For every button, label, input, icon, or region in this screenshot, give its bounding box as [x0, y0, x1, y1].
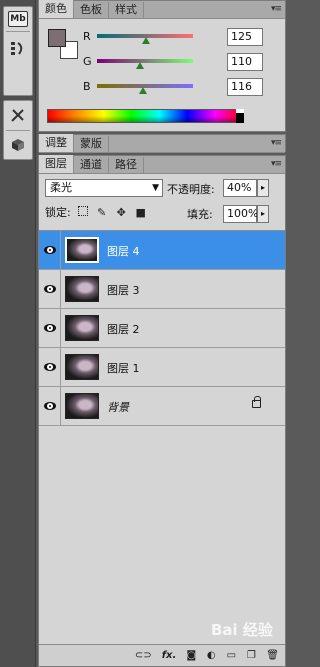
- tab-adjustments[interactable]: 调整: [39, 134, 74, 152]
- color-panel: 颜色 色板 样式 ▾≡ R 125 G 110 B 116: [38, 0, 286, 132]
- new-layer-icon[interactable]: ❐: [246, 650, 256, 661]
- slider-thumb-b[interactable]: [139, 87, 147, 94]
- visibility-toggle[interactable]: [39, 387, 61, 425]
- layer-thumbnail: [65, 393, 99, 419]
- slider-value-g[interactable]: 110: [227, 53, 263, 71]
- fill-input[interactable]: 100%: [223, 205, 258, 223]
- fill-slider-toggle[interactable]: ▸: [257, 205, 269, 223]
- slider-g: G 110: [83, 53, 283, 73]
- layers-panel-tabs: 图层 通道 路径 ▾≡: [39, 155, 285, 174]
- panel-menu-icon[interactable]: ▾≡: [271, 138, 282, 148]
- black-swatch[interactable]: [236, 113, 244, 123]
- adjustments-panel: 调整 蒙版 ▾≡: [38, 134, 286, 153]
- color-panel-tabs: 颜色 色板 样式 ▾≡: [39, 0, 285, 19]
- tab-swatches[interactable]: 色板: [74, 2, 109, 18]
- layers-bottom-toolbar: ⊂⊃ fx. ◙ ◐ ▭ ❐ 🗑: [39, 644, 285, 666]
- layer-list: 图层 4 图层 3 图层 2 图层 1 背景: [39, 230, 285, 426]
- layer-thumbnail: [65, 315, 99, 341]
- tab-color[interactable]: 颜色: [39, 0, 74, 18]
- layer-name[interactable]: 图层 4: [107, 243, 140, 259]
- tool-group-top: Mb: [3, 6, 33, 96]
- tab-masks[interactable]: 蒙版: [74, 136, 109, 152]
- watermark-logo: Bai 经验: [211, 621, 273, 639]
- slider-thumb-g[interactable]: [136, 62, 144, 69]
- slider-track-g[interactable]: [97, 59, 193, 63]
- visibility-toggle[interactable]: [39, 231, 61, 269]
- fill-label: 填充:: [187, 208, 213, 221]
- divider: [6, 31, 30, 32]
- eye-icon: [43, 246, 56, 254]
- layer-name[interactable]: 图层 3: [107, 282, 140, 298]
- opacity-label: 不透明度:: [167, 183, 215, 196]
- layer-name[interactable]: 图层 1: [107, 360, 140, 376]
- layer-name[interactable]: 背景: [107, 399, 129, 415]
- lock-all-icon[interactable]: ■: [135, 207, 147, 219]
- color-spectrum-bar[interactable]: [47, 109, 244, 123]
- layer-row[interactable]: 图层 2: [39, 309, 285, 348]
- layer-thumbnail: [65, 276, 99, 302]
- eye-icon: [43, 285, 56, 293]
- lock-transparency-icon[interactable]: [78, 206, 89, 216]
- opacity-slider-toggle[interactable]: ▸: [257, 179, 269, 197]
- slider-r: R 125: [83, 28, 283, 48]
- divider: [6, 129, 30, 131]
- slider-label-g: G: [83, 55, 92, 68]
- panel-menu-icon[interactable]: ▾≡: [271, 159, 282, 169]
- tool-group-bottom: [3, 100, 33, 160]
- tools-icon[interactable]: [6, 105, 30, 126]
- slider-label-r: R: [83, 30, 91, 43]
- slider-value-r[interactable]: 125: [227, 28, 263, 46]
- tab-paths[interactable]: 路径: [109, 157, 144, 173]
- 3d-icon[interactable]: [6, 134, 30, 155]
- blend-mode-select[interactable]: 柔光 ▼: [45, 179, 163, 197]
- panel-menu-icon[interactable]: ▾≡: [271, 4, 282, 14]
- mini-bridge-icon[interactable]: Mb: [8, 11, 28, 27]
- layer-name[interactable]: 图层 2: [107, 321, 140, 337]
- tab-channels[interactable]: 通道: [74, 157, 109, 173]
- link-icon[interactable]: ⊂⊃: [135, 650, 152, 661]
- lock-label: 锁定:: [45, 206, 71, 219]
- eye-icon: [43, 363, 56, 371]
- layers-panel: 图层 通道 路径 ▾≡ 柔光 ▼ 不透明度: 40% ▸ 锁定: ✎ ✥ ■ 填…: [38, 155, 286, 667]
- lock-position-icon[interactable]: ✥: [115, 207, 127, 219]
- layer-row[interactable]: 背景: [39, 387, 285, 426]
- slider-label-b: B: [83, 80, 91, 93]
- chevron-down-icon: ▼: [152, 183, 159, 193]
- foreground-color-swatch[interactable]: [48, 29, 66, 47]
- folder-icon[interactable]: ▭: [226, 650, 236, 661]
- layer-row[interactable]: 图层 3: [39, 270, 285, 309]
- slider-thumb-r[interactable]: [142, 37, 150, 44]
- layer-row[interactable]: 图层 1: [39, 348, 285, 387]
- lock-icon: [252, 396, 261, 408]
- trash-icon[interactable]: 🗑: [266, 650, 279, 661]
- layer-thumbnail: [65, 237, 99, 263]
- layer-thumbnail: [65, 354, 99, 380]
- tab-styles[interactable]: 样式: [109, 2, 144, 18]
- layer-row[interactable]: 图层 4: [39, 231, 285, 270]
- mask-icon[interactable]: ◙: [186, 650, 196, 661]
- opacity-input[interactable]: 40%: [223, 179, 257, 197]
- adjustment-icon[interactable]: ◐: [206, 650, 216, 661]
- history-icon[interactable]: [6, 36, 30, 60]
- slider-b: B 116: [83, 78, 283, 98]
- tab-layers[interactable]: 图层: [39, 155, 74, 173]
- visibility-toggle[interactable]: [39, 270, 61, 308]
- blend-mode-value: 柔光: [50, 181, 72, 194]
- eye-icon: [43, 324, 56, 332]
- lock-image-icon[interactable]: ✎: [96, 207, 108, 219]
- panel-dock-strip: Mb: [0, 0, 36, 667]
- adjustments-panel-tabs: 调整 蒙版 ▾≡: [39, 134, 285, 153]
- visibility-toggle[interactable]: [39, 348, 61, 386]
- visibility-toggle[interactable]: [39, 309, 61, 347]
- fx-icon[interactable]: fx.: [162, 650, 177, 661]
- slider-value-b[interactable]: 116: [227, 78, 263, 96]
- eye-icon: [43, 402, 56, 410]
